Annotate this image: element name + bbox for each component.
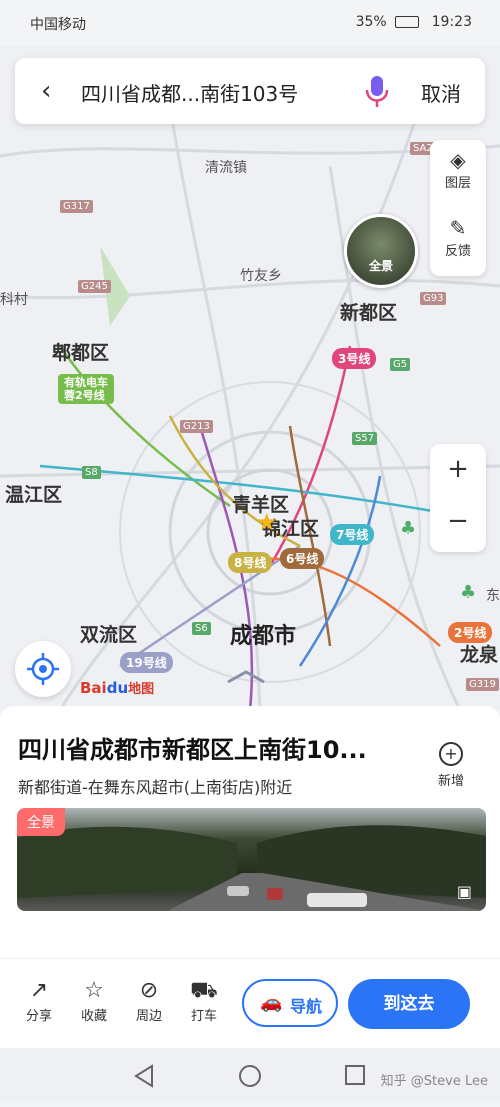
share-icon: ↗ bbox=[29, 978, 49, 1003]
logo-map: 地图 bbox=[128, 682, 155, 697]
metro-line-badge: 19号线 bbox=[120, 652, 173, 673]
map-label: 成都市 bbox=[230, 624, 297, 649]
place-sheet[interactable]: 四川省成都市新都区上南街10... 新都街道-在舞东风超市(上南街店)附近 + … bbox=[0, 706, 500, 966]
panorama-photo[interactable]: 全景 ▣ bbox=[17, 808, 486, 911]
home-circle-icon bbox=[239, 1065, 261, 1087]
tree-icon: ♣ bbox=[400, 518, 417, 539]
map-label: 东 bbox=[486, 588, 500, 604]
nearby-button[interactable]: ⊘ 周边 bbox=[129, 977, 169, 1024]
map-label: 温江区 bbox=[5, 484, 63, 506]
share-label: 分享 bbox=[25, 1009, 52, 1024]
tree-icon: ♣ bbox=[460, 582, 477, 603]
logo-du: du bbox=[106, 679, 129, 697]
compass-icon: ⊘ bbox=[139, 978, 159, 1003]
logo-bai: Bai bbox=[80, 679, 107, 697]
place-address: 新都街道-在舞东风超市(上南街店)附近 bbox=[18, 778, 293, 797]
back-button[interactable]: ‹ bbox=[41, 76, 51, 106]
map-tools: ◈ 图层 ✎ 反馈 bbox=[430, 140, 486, 276]
layers-icon: ◈ bbox=[450, 148, 466, 172]
street-scene bbox=[17, 825, 486, 911]
share-button[interactable]: ↗ 分享 bbox=[19, 977, 59, 1024]
add-place-button[interactable]: + 新增 bbox=[428, 742, 474, 789]
battery-icon bbox=[395, 16, 420, 28]
layers-button[interactable]: ◈ 图层 bbox=[430, 148, 486, 191]
system-nav-bar: 知乎 @Steve Lee bbox=[0, 1048, 500, 1103]
action-bar: ↗ 分享 ☆ 收藏 ⊘ 周边 ⛟ 打车 🚗 导航 到这去 bbox=[0, 958, 500, 1049]
microphone-icon[interactable] bbox=[363, 74, 391, 108]
road-badge: S8 bbox=[82, 466, 101, 479]
cancel-button[interactable]: 取消 bbox=[421, 78, 461, 107]
taxi-label: 打车 bbox=[190, 1009, 217, 1024]
road-badge: G317 bbox=[60, 200, 93, 213]
status-right: 35% 19:23 bbox=[356, 14, 472, 30]
metro-line-badge: 3号线 bbox=[332, 348, 377, 369]
back-triangle-icon bbox=[134, 1064, 153, 1088]
zoom-in-button[interactable]: + bbox=[430, 454, 486, 484]
clock: 19:23 bbox=[431, 14, 472, 30]
road-badge: G213 bbox=[180, 420, 213, 433]
zoom-controls: + − bbox=[430, 444, 486, 552]
metro-line-badge: 有轨电车 蓉2号线 bbox=[58, 374, 114, 404]
road-badge: G5 bbox=[390, 358, 411, 371]
search-bar[interactable]: ‹ 四川省成都...南街103号 取消 bbox=[15, 58, 485, 124]
panorama-label: 全景 bbox=[368, 259, 393, 273]
map-label: 科村 bbox=[0, 292, 28, 308]
navigate-button[interactable]: 🚗 导航 bbox=[242, 979, 338, 1027]
crosshair-icon bbox=[27, 653, 59, 685]
watermark: 知乎 @Steve Lee bbox=[380, 1074, 488, 1089]
panorama-tag: 全景 bbox=[17, 808, 65, 836]
metro-line-badge: 7号线 bbox=[330, 524, 375, 545]
taxi-button[interactable]: ⛟ 打车 bbox=[184, 977, 224, 1024]
add-circle-icon: + bbox=[439, 742, 463, 766]
feedback-label: 反馈 bbox=[444, 244, 471, 259]
navigate-label: 导航 bbox=[290, 997, 323, 1016]
map-label: 龙泉 bbox=[460, 644, 499, 666]
feedback-icon: ✎ bbox=[449, 216, 467, 240]
map-label: 竹友乡 bbox=[240, 268, 282, 284]
baidu-map-logo: Baidu地图 bbox=[80, 678, 154, 697]
star-icon: ☆ bbox=[84, 978, 104, 1003]
metro-line-badge: 6号线 bbox=[280, 548, 325, 569]
nearby-label: 周边 bbox=[135, 1009, 162, 1024]
gallery-icon[interactable]: ▣ bbox=[457, 882, 472, 901]
carrier-label: 中国移动 bbox=[30, 17, 86, 33]
road-badge: G245 bbox=[78, 280, 111, 293]
place-title: 四川省成都市新都区上南街10... bbox=[18, 736, 367, 764]
road-badge: G319 bbox=[466, 678, 499, 691]
search-query[interactable]: 四川省成都...南街103号 bbox=[81, 78, 298, 107]
car-icon: 🚗 bbox=[260, 992, 283, 1013]
locate-button[interactable] bbox=[15, 641, 71, 697]
favorite-label: 收藏 bbox=[80, 1009, 107, 1024]
favorite-button[interactable]: ☆ 收藏 bbox=[74, 977, 114, 1024]
map-label: 新都区 bbox=[340, 302, 398, 324]
status-bar: 中国移动 35% 19:23 bbox=[0, 0, 500, 46]
road-badge: G93 bbox=[420, 292, 447, 305]
layers-label: 图层 bbox=[444, 176, 471, 191]
zoom-out-button[interactable]: − bbox=[430, 506, 486, 536]
battery-percent: 35% bbox=[355, 14, 387, 30]
location-star-icon[interactable]: ★ bbox=[256, 508, 278, 536]
feedback-button[interactable]: ✎ 反馈 bbox=[430, 216, 486, 259]
road-badge: S57 bbox=[352, 432, 378, 445]
add-label: 新增 bbox=[437, 774, 464, 789]
recents-square-icon bbox=[345, 1065, 365, 1085]
map-label: 清流镇 bbox=[205, 160, 247, 176]
taxi-icon: ⛟ bbox=[190, 978, 218, 1003]
panorama-thumbnail[interactable]: 全景 bbox=[344, 214, 418, 288]
metro-line-badge: 8号线 bbox=[228, 552, 273, 573]
go-there-button[interactable]: 到这去 bbox=[348, 979, 470, 1029]
map-view[interactable]: 清流镇 竹友乡 科村 新都区 郫都区 温江区 青羊区 锦江区 双流区 成都市 龙… bbox=[0, 46, 500, 710]
map-label: 双流区 bbox=[80, 624, 138, 646]
metro-line-badge: 2号线 bbox=[448, 622, 493, 643]
road-badge: S6 bbox=[192, 622, 211, 635]
map-label: 郫都区 bbox=[52, 342, 110, 364]
